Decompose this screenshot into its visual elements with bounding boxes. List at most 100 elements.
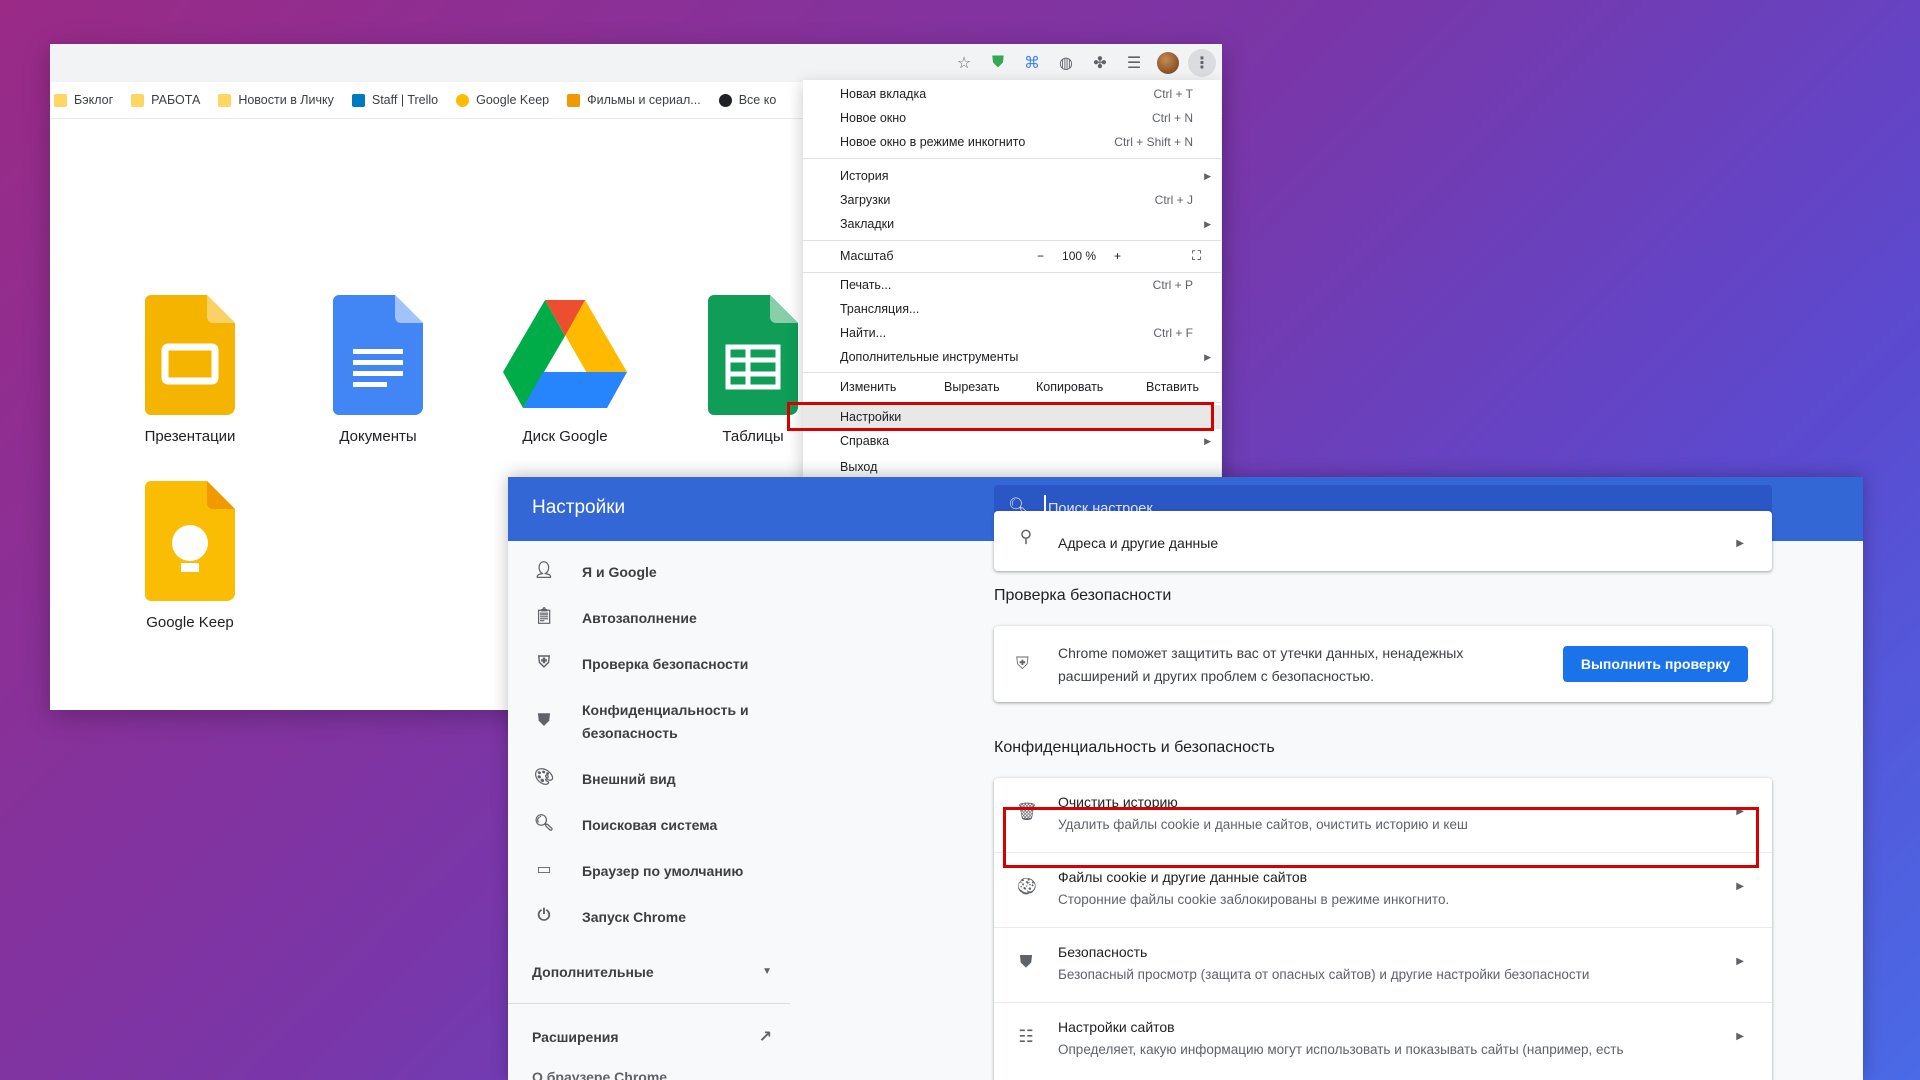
menu-separator <box>803 158 1221 159</box>
chevron-down-icon: ▼ <box>762 966 772 977</box>
app-drive[interactable]: Диск Google <box>490 290 640 445</box>
globe-icon[interactable]: ◍ <box>1052 49 1080 77</box>
bookmark-item[interactable]: РАБОТА <box>131 93 200 107</box>
privacy-heading: Конфиденциальность и безопасность <box>994 739 1275 756</box>
sidebar-item-on-startup[interactable]: ⏻ Запуск Chrome <box>532 906 802 929</box>
settings-highlight-frame <box>787 402 1214 431</box>
folder-icon <box>218 93 232 107</box>
site-settings-row[interactable]: ☷ Настройки сайтов Определяет, какую инф… <box>994 1003 1772 1077</box>
docs-icon <box>303 290 453 420</box>
autofill-card: ⚲ Адреса и другие данные ▶ <box>994 511 1772 571</box>
page-title: Настройки <box>532 497 626 518</box>
shield-icon: ⛊ <box>537 712 550 729</box>
search-icon: 🔍︎ <box>533 815 555 832</box>
zoom-in-button[interactable]: + <box>1114 249 1121 263</box>
clipboard-icon: 📋︎ <box>533 608 555 625</box>
chevron-right-icon: ▶ <box>1736 881 1744 892</box>
menu-downloads[interactable]: Загрузки Ctrl + J <box>803 188 1221 212</box>
app-docs[interactable]: Документы <box>303 290 453 445</box>
keep-icon <box>456 93 470 107</box>
menu-paste-button[interactable]: Вставить <box>1146 380 1199 394</box>
sidebar-item-you-and-google[interactable]: 👤︎ Я и Google <box>532 561 802 584</box>
menu-more-tools[interactable]: Дополнительные инструменты ▶ <box>803 345 1221 369</box>
folder-icon <box>54 93 67 107</box>
sidebar-item-search-engine[interactable]: 🔍︎ Поисковая система <box>532 814 802 837</box>
sidebar-advanced-toggle[interactable]: Дополнительные ▼ <box>532 964 772 980</box>
menu-print[interactable]: Печать... Ctrl + P <box>803 273 1221 297</box>
kebab-menu-icon[interactable]: ⋮ <box>1188 49 1216 77</box>
settings-page: Настройки 🔍︎ 👤︎Я и Google 📋︎Автозаполнен… <box>508 477 1863 1080</box>
chevron-right-icon: ▶ <box>1736 1031 1744 1042</box>
sidebar-item-autofill[interactable]: 📋︎ Автозаполнение <box>532 607 802 630</box>
menu-separator <box>803 372 1221 373</box>
puzzle-icon[interactable]: ✤ <box>1086 49 1114 77</box>
zoom-out-button[interactable]: − <box>1037 249 1044 263</box>
menu-history[interactable]: История ▶ <box>803 164 1221 188</box>
browser-icon: ▭ <box>536 861 552 878</box>
menu-help[interactable]: Справка ▶ <box>803 429 1221 453</box>
zoom-control: − 100 % + <box>1037 249 1121 263</box>
menu-cast[interactable]: Трансляция... <box>803 297 1221 321</box>
sidebar-divider <box>508 1003 790 1004</box>
hd-icon <box>567 93 581 107</box>
safety-check-heading: Проверка безопасности <box>994 587 1172 604</box>
alien-icon <box>718 93 732 107</box>
keep-icon <box>115 476 265 606</box>
bookmark-item[interactable]: Новости в Личку <box>218 93 334 107</box>
fullscreen-icon[interactable]: ⛶ <box>1192 248 1201 264</box>
chevron-right-icon: ▶ <box>1736 538 1744 549</box>
menu-copy-button[interactable]: Копировать <box>1036 380 1103 394</box>
app-keep[interactable]: Google Keep <box>115 476 265 631</box>
sidebar-item-privacy[interactable]: ⛊ Конфиденциальность и безопасность <box>532 699 782 745</box>
bookmark-item[interactable]: Google Keep <box>456 93 549 107</box>
shield-extension-icon[interactable]: ⛊ <box>984 49 1012 77</box>
run-safety-check-button[interactable]: Выполнить проверку <box>1562 646 1748 682</box>
menu-new-window[interactable]: Новое окно Ctrl + N <box>803 106 1221 130</box>
menu-separator <box>803 240 1221 241</box>
external-link-icon: ↗ <box>758 1029 772 1046</box>
security-row[interactable]: ⛊ Безопасность Безопасный просмотр (защи… <box>994 928 1772 1002</box>
palette-icon: 🎨︎ <box>533 769 555 786</box>
submenu-arrow-icon: ▶ <box>1204 435 1211 446</box>
person-icon: 👤︎ <box>533 562 555 579</box>
submenu-arrow-icon: ▶ <box>1204 170 1211 181</box>
sidebar-item-safety-check[interactable]: ⛨ Проверка безопасности <box>532 653 802 676</box>
menu-edit-row: Изменить Вырезать Копировать Вставить <box>840 380 1199 394</box>
zoom-level: 100 % <box>1062 249 1097 263</box>
sidebar-item-about-chrome[interactable]: О браузере Chrome <box>532 1069 667 1080</box>
menu-incognito-window[interactable]: Новое окно в режиме инкогнито Ctrl + Shif… <box>803 130 1221 154</box>
reading-list-icon[interactable]: ☰ <box>1120 49 1148 77</box>
cookie-icon: 🍪︎ <box>1016 877 1038 896</box>
sidebar-item-default-browser[interactable]: ▭ Браузер по умолчанию <box>532 860 802 883</box>
safety-check-card: ⛨ Chrome поможет защитить вас от утечки … <box>994 626 1772 702</box>
bookmark-item[interactable]: Бэклог <box>54 93 113 107</box>
star-icon[interactable]: ☆ <box>950 49 978 77</box>
menu-new-tab[interactable]: Новая вкладка Ctrl + T <box>803 82 1221 106</box>
bookmark-item[interactable]: Фильмы и сериал... <box>567 93 701 107</box>
sidebar-item-extensions[interactable]: Расширения ↗ <box>532 1029 772 1046</box>
browser-toolbar: ☆ ⛊ ⌘ ◍ ✤ ☰ ⋮ <box>50 44 1222 82</box>
translate-icon[interactable]: ⌘ <box>1018 49 1046 77</box>
folder-icon <box>131 93 145 107</box>
menu-bookmarks[interactable]: Закладки ▶ <box>803 212 1221 236</box>
shield-check-icon: ⛨ <box>537 654 550 671</box>
safety-check-description: Chrome поможет защитить вас от утечки да… <box>1058 645 1464 684</box>
menu-zoom: Масштаб − 100 % + ⛶ <box>840 248 1201 264</box>
sidebar-item-appearance[interactable]: 🎨︎ Внешний вид <box>532 768 802 791</box>
menu-exit[interactable]: Выход <box>803 455 1221 479</box>
submenu-arrow-icon: ▶ <box>1204 351 1211 362</box>
bookmark-item[interactable]: Все ко <box>718 93 776 107</box>
shield-check-icon: ⛨ <box>1016 654 1029 673</box>
profile-avatar[interactable] <box>1154 49 1182 77</box>
clear-history-highlight-frame <box>1003 807 1759 868</box>
submenu-arrow-icon: ▶ <box>1204 218 1211 229</box>
addresses-row[interactable]: ⚲ Адреса и другие данные ▶ <box>994 503 1772 577</box>
app-slides[interactable]: Презентации <box>115 290 265 445</box>
location-pin-icon: ⚲ <box>1019 527 1033 546</box>
menu-cut-button[interactable]: Вырезать <box>944 380 1000 394</box>
slides-icon <box>115 290 265 420</box>
trello-icon <box>351 93 365 107</box>
bookmark-item[interactable]: Staff | Trello <box>351 93 438 107</box>
power-icon: ⏻ <box>537 907 551 924</box>
menu-find[interactable]: Найти... Ctrl + F <box>803 321 1221 345</box>
